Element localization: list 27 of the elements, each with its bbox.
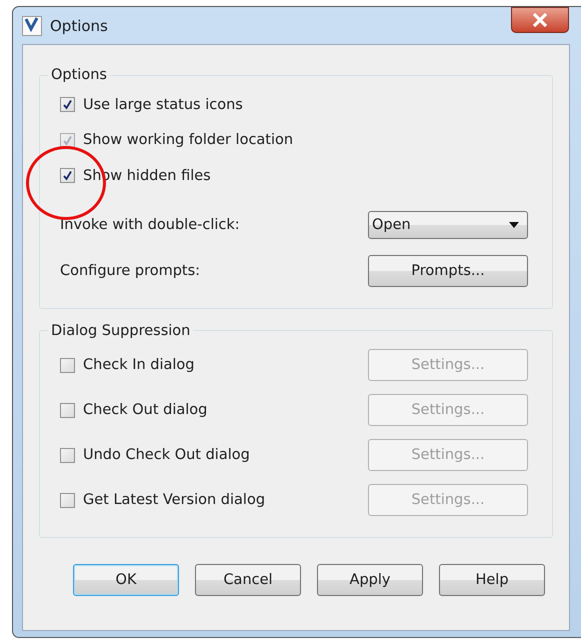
checkbox[interactable] xyxy=(60,492,75,508)
close-icon xyxy=(532,13,548,27)
dropdown-arrow-icon xyxy=(509,222,519,228)
checkbox-label: Undo Check Out dialog xyxy=(83,447,250,463)
invoke-dropdown[interactable]: Open xyxy=(368,210,528,238)
dialog-button[interactable]: OK xyxy=(73,564,179,596)
window-title: Options xyxy=(50,16,108,34)
checkbox[interactable] xyxy=(60,358,75,372)
checkbox-label: Check In dialog xyxy=(83,357,195,373)
dialog-button[interactable]: Apply xyxy=(317,564,423,596)
field-label: Configure prompts: xyxy=(60,262,200,278)
checkbox-label: Show working folder location xyxy=(83,132,294,148)
checkbox-label: Use large status icons xyxy=(83,96,243,113)
dialog-button[interactable]: Cancel xyxy=(195,564,301,596)
dialog-button[interactable]: Help xyxy=(439,564,545,596)
close-button[interactable] xyxy=(511,7,569,33)
group-title: Dialog Suppression xyxy=(50,322,192,338)
checkbox[interactable] xyxy=(60,448,75,462)
checkbox[interactable] xyxy=(60,97,75,112)
field-label: Invoke with double-click: xyxy=(60,216,240,232)
app-logo-icon xyxy=(22,16,42,36)
checkbox-label: Check Out dialog xyxy=(83,402,208,418)
group-title: Options xyxy=(50,67,108,83)
prompts-button[interactable]: Prompts... xyxy=(368,254,528,286)
checkbox[interactable] xyxy=(60,168,75,184)
checkbox[interactable] xyxy=(60,402,75,418)
checkbox-label: Get Latest Version dialog xyxy=(83,492,266,508)
